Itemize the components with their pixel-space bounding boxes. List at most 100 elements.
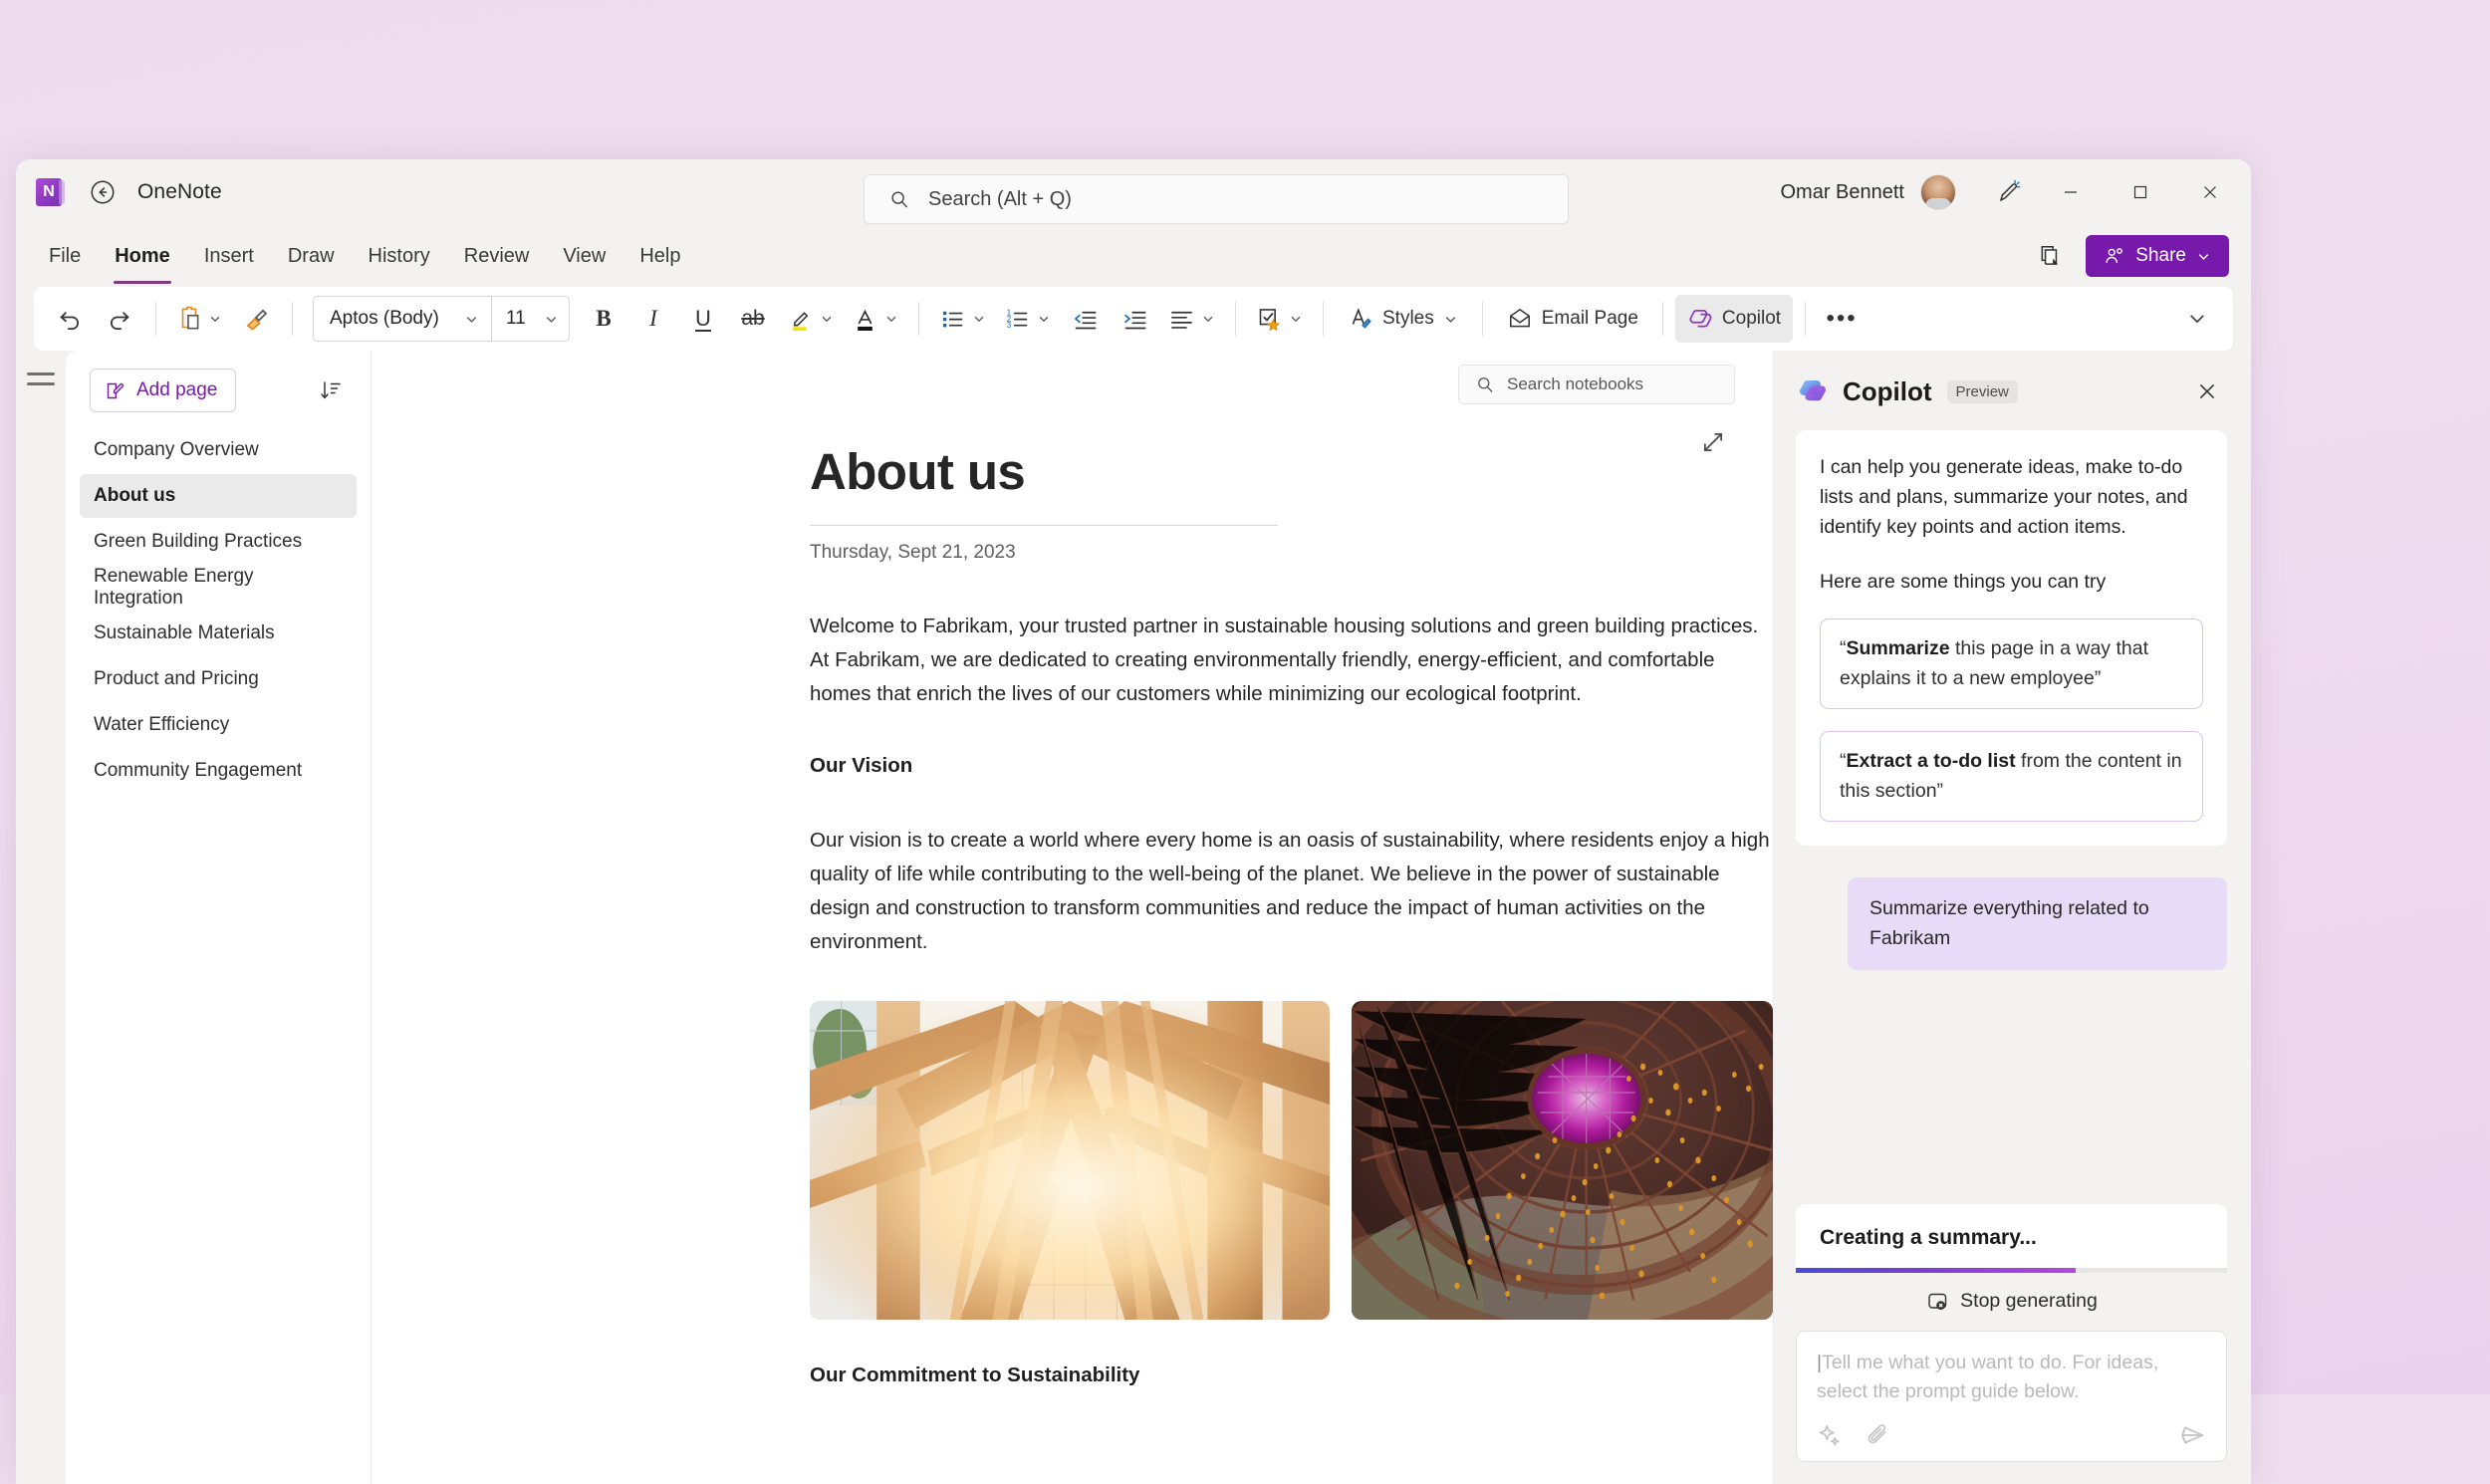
tab-home[interactable]: Home bbox=[100, 239, 185, 284]
toolbar-divider bbox=[918, 302, 919, 336]
copilot-conversation[interactable]: I can help you generate ideas, make to-d… bbox=[1796, 424, 2227, 1170]
dome-atrium-photo[interactable] bbox=[1351, 1000, 1773, 1320]
stop-generating-icon bbox=[1928, 1293, 1947, 1310]
numbered-list-button[interactable]: 1 2 3 bbox=[996, 295, 1059, 343]
avatar[interactable] bbox=[1920, 174, 1956, 210]
strikethrough-button[interactable]: ab bbox=[729, 295, 777, 343]
chevron-down-icon bbox=[466, 316, 477, 323]
copilot-title: Copilot bbox=[1843, 375, 1932, 406]
page-list-item-about-us[interactable]: About us bbox=[80, 474, 357, 518]
tab-insert[interactable]: Insert bbox=[189, 239, 269, 274]
formatting-toolbar-wrap: Aptos (Body) 11 B I U ab 1 2 3 Styles Em… bbox=[16, 287, 2251, 351]
stop-generating-button[interactable]: Stop generating bbox=[1796, 1273, 2227, 1331]
formatting-toolbar: Aptos (Body) 11 B I U ab 1 2 3 Styles Em… bbox=[34, 287, 2233, 351]
copilot-intro-line-2: Here are some things you can try bbox=[1820, 570, 2107, 593]
page-list-item-community-engagement[interactable]: Community Engagement bbox=[80, 749, 357, 793]
timber-frame-interior-photo[interactable] bbox=[810, 1000, 1330, 1320]
font-color-button[interactable] bbox=[844, 295, 906, 343]
page-date[interactable]: Thursday, Sept 21, 2023 bbox=[810, 542, 1773, 564]
app-title: OneNote bbox=[137, 180, 222, 203]
more-options-button[interactable]: ••• bbox=[1818, 295, 1866, 343]
close-button[interactable] bbox=[2175, 159, 2245, 225]
page-list-item-company-overview[interactable]: Company Overview bbox=[80, 428, 357, 472]
ribbon-expand-button[interactable] bbox=[2173, 309, 2221, 329]
vision-paragraph[interactable]: Our vision is to create a world where ev… bbox=[810, 824, 1773, 958]
send-icon[interactable] bbox=[2178, 1421, 2206, 1449]
format-painter-icon[interactable] bbox=[232, 295, 280, 343]
increase-indent-button[interactable] bbox=[1111, 295, 1158, 343]
font-size-select[interactable]: 11 bbox=[491, 297, 569, 341]
suggestion-summarize[interactable]: “Summarize this page in a way that expla… bbox=[1820, 618, 2203, 710]
search-icon bbox=[1478, 377, 1493, 392]
close-copilot-button[interactable] bbox=[2187, 371, 2227, 411]
align-button[interactable] bbox=[1160, 295, 1223, 343]
minimize-button[interactable] bbox=[2036, 159, 2106, 225]
font-name-select[interactable]: Aptos (Body) bbox=[314, 297, 491, 341]
tab-history[interactable]: History bbox=[354, 239, 445, 274]
expand-diagonal-icon[interactable] bbox=[1693, 422, 1733, 462]
italic-button[interactable]: I bbox=[629, 295, 677, 343]
text-highlight-button[interactable] bbox=[779, 295, 842, 343]
image-row bbox=[810, 1000, 1773, 1320]
bold-button[interactable]: B bbox=[580, 295, 627, 343]
maximize-button[interactable] bbox=[2106, 159, 2175, 225]
toolbar-divider bbox=[292, 302, 293, 336]
toolbar-divider bbox=[1661, 302, 1663, 336]
chevron-down-icon bbox=[974, 316, 984, 323]
styles-button[interactable]: Styles bbox=[1336, 295, 1470, 343]
search-input[interactable]: Search (Alt + Q) bbox=[864, 174, 1569, 224]
commitment-heading[interactable]: Our Commitment to Sustainability bbox=[810, 1363, 1773, 1387]
sparkle-icon[interactable] bbox=[1817, 1422, 1843, 1448]
page-list-item-renewable-energy-integration[interactable]: Renewable Energy Integration bbox=[80, 566, 357, 610]
intro-paragraph[interactable]: Welcome to Fabrikam, your trusted partne… bbox=[810, 610, 1773, 710]
undo-icon[interactable] bbox=[46, 295, 94, 343]
toolbar-divider bbox=[1805, 302, 1807, 336]
tab-view[interactable]: View bbox=[548, 239, 621, 274]
tab-draw[interactable]: Draw bbox=[273, 239, 350, 274]
tab-review[interactable]: Review bbox=[449, 239, 545, 274]
envelope-icon bbox=[1509, 308, 1530, 328]
pages-pane-icon[interactable] bbox=[2030, 235, 2072, 277]
copilot-prompt-input[interactable]: |Tell me what you want to do. For ideas,… bbox=[1796, 1330, 2227, 1462]
user-name: Omar Bennett bbox=[1780, 180, 1904, 203]
stop-generating-label: Stop generating bbox=[1960, 1290, 2098, 1313]
copilot-button[interactable]: Copilot bbox=[1674, 295, 1794, 343]
bulleted-list-button[interactable] bbox=[931, 295, 994, 343]
suggestion-extract-todo[interactable]: “Extract a to-do list from the content i… bbox=[1820, 731, 2203, 823]
user-message-bubble: Summarize everything related to Fabrikam bbox=[1848, 877, 2227, 970]
page-list-item-water-efficiency[interactable]: Water Efficiency bbox=[80, 703, 357, 747]
note-page: About us Thursday, Sept 21, 2023 Welcome… bbox=[372, 351, 1773, 1387]
page-list-item-green-building-practices[interactable]: Green Building Practices bbox=[80, 520, 357, 564]
tab-file[interactable]: File bbox=[34, 239, 96, 274]
add-page-button[interactable]: Add page bbox=[90, 369, 237, 412]
pen-sparkle-icon[interactable] bbox=[1982, 168, 2036, 216]
email-page-button[interactable]: Email Page bbox=[1495, 295, 1650, 343]
back-arrow-icon[interactable] bbox=[88, 177, 118, 207]
toolbar-divider bbox=[1235, 302, 1236, 336]
notebook-search-input[interactable]: Search notebooks bbox=[1458, 365, 1735, 404]
vision-heading[interactable]: Our Vision bbox=[810, 754, 1773, 778]
copilot-label: Copilot bbox=[1721, 308, 1782, 329]
todo-tag-button[interactable] bbox=[1248, 295, 1311, 343]
chevron-down-icon bbox=[2190, 315, 2204, 324]
workspace: Add page Company Overview About us Green… bbox=[16, 351, 2251, 1484]
copilot-pane: Copilot Preview I can help you generate … bbox=[1773, 351, 2251, 1484]
share-button[interactable]: Share bbox=[2086, 235, 2229, 277]
sort-descending-icon[interactable] bbox=[311, 371, 351, 410]
paste-icon[interactable] bbox=[168, 295, 230, 343]
generating-card: Creating a summary... bbox=[1796, 1203, 2227, 1268]
redo-icon[interactable] bbox=[96, 295, 143, 343]
tab-help[interactable]: Help bbox=[624, 239, 695, 274]
underline-button[interactable]: U bbox=[679, 295, 727, 343]
page-title[interactable]: About us bbox=[810, 442, 1773, 501]
italic-label: I bbox=[649, 306, 657, 331]
page-list-item-product-and-pricing[interactable]: Product and Pricing bbox=[80, 657, 357, 701]
suggestion-bold-text: Extract a to-do list bbox=[1846, 750, 2016, 773]
paperclip-icon[interactable] bbox=[1865, 1422, 1890, 1448]
styles-label: Styles bbox=[1382, 308, 1434, 329]
page-list-item-sustainable-materials[interactable]: Sustainable Materials bbox=[80, 612, 357, 655]
hamburger-menu-icon[interactable] bbox=[27, 372, 55, 1484]
more-options-label: ••• bbox=[1826, 305, 1858, 332]
decrease-indent-button[interactable] bbox=[1061, 295, 1109, 343]
toolbar-divider bbox=[1323, 302, 1324, 336]
